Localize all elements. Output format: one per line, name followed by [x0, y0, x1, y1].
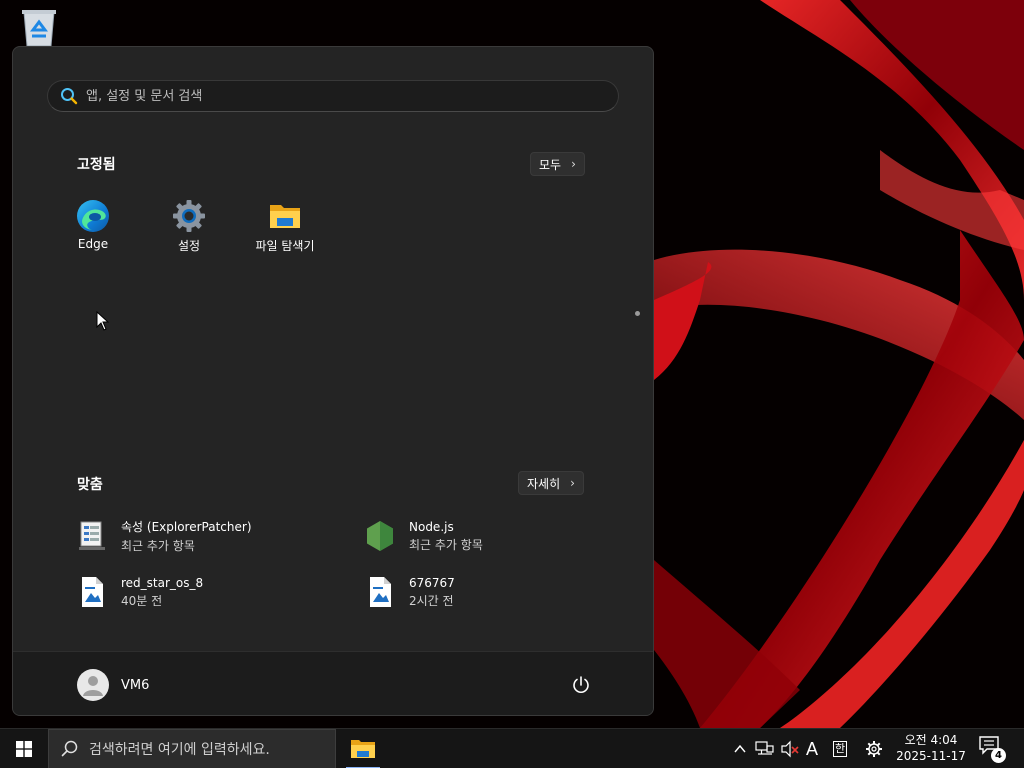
taskbar-clock[interactable]: 오전 4:04 2025-11-17: [892, 732, 970, 764]
search-icon: [61, 88, 78, 105]
recommended-item-explorerpatcher[interactable]: 속성 (ExplorerPatcher) 최근 추가 항목: [77, 516, 337, 556]
pinned-app-settings[interactable]: 설정: [144, 199, 234, 254]
recommended-item-name: Node.js: [409, 519, 454, 534]
recommended-item-nodejs[interactable]: Node.js 최근 추가 항목: [365, 516, 625, 556]
clock-time: 오전 4:04: [904, 733, 958, 747]
all-apps-button[interactable]: 모두 ›: [530, 152, 585, 176]
volume-tray-button[interactable]: [779, 737, 801, 761]
windows-logo-icon: [16, 741, 32, 757]
chevron-right-icon: ›: [571, 157, 576, 171]
network-tray-button[interactable]: [754, 737, 776, 761]
recommended-item-name: 속성 (ExplorerPatcher): [121, 520, 252, 534]
all-apps-label: 모두: [539, 157, 562, 172]
recommended-item-subtitle: 2시간 전: [409, 593, 454, 608]
user-avatar-icon: [83, 676, 103, 696]
recommended-item-subtitle: 최근 추가 항목: [121, 539, 195, 553]
page-indicator-dot[interactable]: [635, 311, 640, 316]
user-account-button[interactable]: VM6: [77, 669, 149, 701]
notification-count-badge: 4: [991, 748, 1006, 763]
ime-settings-button[interactable]: [863, 737, 885, 761]
taskbar: 검색하려면 여기에 입력하세요. A 한 오전 4:04 2025-11-17 …: [0, 728, 1024, 768]
chevron-right-icon: ›: [570, 476, 575, 490]
recommended-item-name: 676767: [409, 575, 455, 590]
edge-icon: [77, 200, 109, 232]
taskbar-search-box[interactable]: 검색하려면 여기에 입력하세요.: [48, 729, 336, 768]
avatar: [77, 669, 109, 701]
mouse-cursor-icon: [96, 311, 110, 331]
pinned-app-label: 설정: [177, 239, 201, 253]
notification-center-button[interactable]: 4: [978, 735, 1008, 763]
taskbar-search-placeholder: 검색하려면 여기에 입력하세요.: [89, 742, 270, 758]
search-icon: [61, 740, 78, 757]
user-name: VM6: [121, 677, 150, 693]
more-recommended-label: 자세히: [527, 476, 561, 491]
taskbar-file-explorer[interactable]: [342, 729, 384, 768]
power-icon: [573, 676, 589, 693]
image-file-icon: [82, 577, 103, 607]
start-menu: 고정됨 모두 › Edge: [12, 46, 654, 716]
start-search-box[interactable]: [47, 80, 619, 112]
start-search-input[interactable]: [86, 88, 586, 104]
image-file-icon: [370, 577, 391, 607]
recommended-title: 맞춤: [77, 477, 103, 493]
folder-icon: [270, 205, 300, 228]
pinned-app-label: Edge: [77, 237, 109, 251]
gear-icon: [866, 741, 882, 757]
chevron-up-icon: [734, 744, 746, 753]
recommended-item-subtitle: 40분 전: [121, 593, 163, 608]
ime-mode-indicator[interactable]: A: [803, 737, 821, 761]
ime-language-indicator[interactable]: 한: [830, 737, 850, 761]
settings-gear-icon: [173, 200, 205, 232]
recommended-item-subtitle: 최근 추가 항목: [409, 537, 483, 552]
recommended-item-red-star-os[interactable]: red_star_os_8 40분 전: [77, 572, 337, 612]
show-hidden-icons-button[interactable]: [731, 737, 749, 761]
recommended-item-name: red_star_os_8: [121, 575, 204, 590]
more-recommended-button[interactable]: 자세히 ›: [518, 471, 584, 495]
recommended-item-676767[interactable]: 676767 2시간 전: [365, 572, 625, 612]
recycle-bin-icon[interactable]: [20, 8, 58, 48]
clock-date: 2025-11-17: [896, 749, 966, 763]
nodejs-icon: [367, 521, 393, 551]
power-button[interactable]: [569, 673, 593, 697]
start-menu-footer: VM6: [13, 651, 653, 715]
volume-muted-icon: [781, 740, 799, 758]
pinned-app-edge[interactable]: Edge: [48, 199, 138, 251]
ime-language-label: 한: [832, 741, 848, 757]
folder-icon: [351, 740, 375, 758]
start-button[interactable]: [0, 729, 48, 768]
explorerpatcher-icon: [79, 521, 105, 550]
pinned-app-label: 파일 탐색기: [255, 239, 315, 253]
network-wired-icon: [755, 741, 774, 755]
pinned-app-file-explorer[interactable]: 파일 탐색기: [240, 199, 330, 254]
pinned-title: 고정됨: [77, 157, 116, 173]
